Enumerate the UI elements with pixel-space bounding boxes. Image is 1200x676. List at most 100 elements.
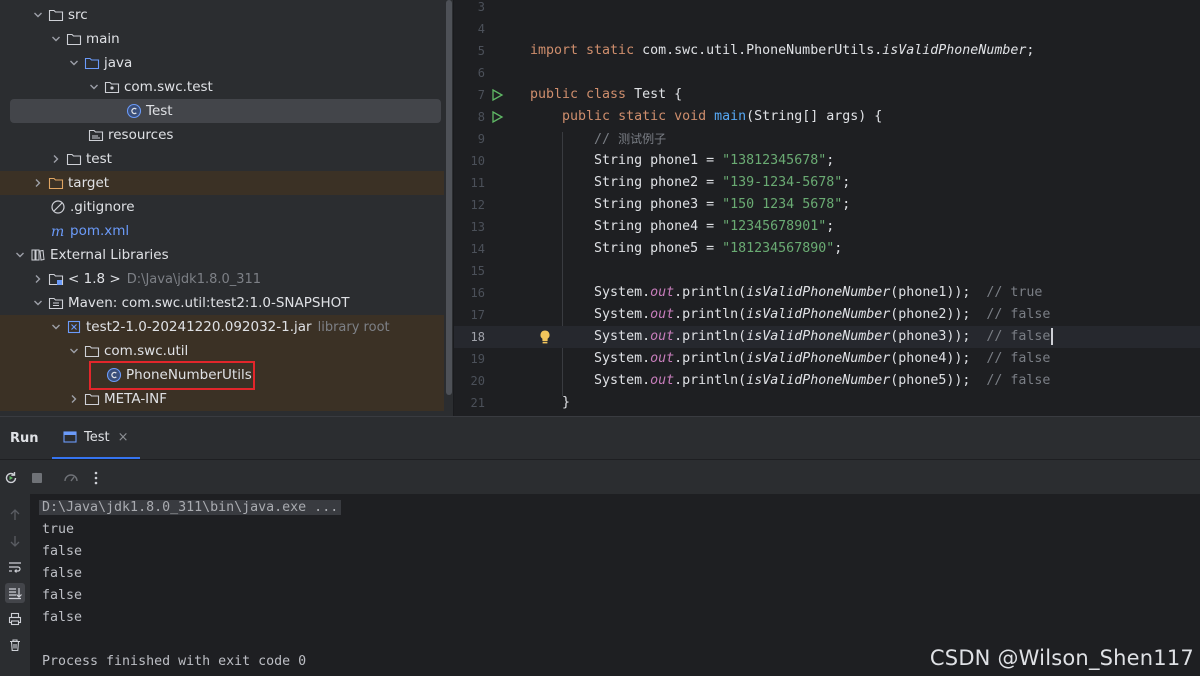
run-gutter-icon[interactable] (490, 110, 504, 124)
chevron-down-icon[interactable] (66, 343, 82, 359)
tree-item-java[interactable]: java (0, 51, 444, 75)
tree-item-external-libraries[interactable]: External Libraries (0, 243, 444, 267)
tree-item-meta-inf[interactable]: META-INF (0, 387, 444, 411)
chevron-down-icon[interactable] (48, 319, 64, 335)
tree-item-gitignore[interactable]: .gitignore (0, 195, 444, 219)
code-line[interactable]: 5 import static com.swc.util.PhoneNumberU… (454, 40, 1200, 62)
console-side-toolbar (0, 494, 30, 676)
tree-item-package-util[interactable]: com.swc.util (0, 339, 444, 363)
line-number: 3 (477, 0, 485, 14)
code-line[interactable]: 3 (454, 0, 1200, 18)
tree-item-label: pom.xml (70, 223, 130, 239)
console-line: false (42, 610, 83, 625)
code-text: import static com.swc.util.PhoneNumberUt… (530, 43, 1035, 58)
code-text: System.out.println(isValidPhoneNumber(ph… (530, 373, 1051, 388)
code-line[interactable]: 7 public class Test { (454, 84, 1200, 106)
code-line[interactable]: 10 String phone1 = "13812345678"; (454, 150, 1200, 172)
line-number: 4 (477, 22, 485, 36)
tree-item-label: main (86, 31, 120, 47)
tree-scrollbar[interactable] (444, 0, 453, 416)
code-line[interactable]: 21 } (454, 392, 1200, 414)
code-line[interactable]: 19 System.out.println(isValidPhoneNumber… (454, 348, 1200, 370)
code-text: } (530, 395, 571, 410)
folder-icon (48, 7, 64, 23)
watermark: CSDN @Wilson_Shen117 (929, 646, 1194, 670)
folder-icon (66, 31, 82, 47)
tree-item-label: target (68, 175, 110, 191)
folder-icon (84, 343, 100, 359)
code-line[interactable]: 20 System.out.println(isValidPhoneNumber… (454, 370, 1200, 392)
code-line[interactable]: 15 (454, 260, 1200, 282)
tree-item-jar[interactable]: test2-1.0-20241220.092032-1.jar library … (0, 315, 444, 339)
code-text: System.out.println(isValidPhoneNumber(ph… (530, 285, 1043, 300)
restore-layout-icon[interactable] (62, 469, 80, 487)
code-editor[interactable]: 3 4 5 import static com.swc.util.PhoneNum… (453, 0, 1200, 416)
jar-icon (66, 319, 82, 335)
run-gutter-icon[interactable] (490, 88, 504, 102)
chevron-right-icon[interactable] (48, 151, 64, 167)
code-line[interactable]: 16 System.out.println(isValidPhoneNumber… (454, 282, 1200, 304)
chevron-down-icon[interactable] (12, 247, 28, 263)
arrow-down-icon[interactable] (5, 531, 25, 551)
tree-item-label: test2-1.0-20241220.092032-1.jar (86, 319, 312, 335)
tree-item-resources[interactable]: resources (0, 123, 444, 147)
tree-item-pom[interactable]: m pom.xml (0, 219, 444, 243)
arrow-up-icon[interactable] (5, 505, 25, 525)
scrollbar-thumb[interactable] (446, 0, 452, 395)
soft-wrap-icon[interactable] (5, 557, 25, 577)
chevron-down-icon[interactable] (30, 7, 46, 23)
run-header: Run Test × (0, 417, 1200, 459)
code-line[interactable]: 17 System.out.println(isValidPhoneNumber… (454, 304, 1200, 326)
code-line[interactable]: 8 public static void main(String[] args)… (454, 106, 1200, 128)
tree-item-jdk[interactable]: < 1.8 > D:\Java\jdk1.8.0_311 (0, 267, 444, 291)
chevron-right-icon[interactable] (66, 391, 82, 407)
chevron-right-icon[interactable] (30, 271, 46, 287)
code-line[interactable]: 11 String phone2 = "139-1234-5678"; (454, 172, 1200, 194)
rerun-icon[interactable] (2, 469, 20, 487)
tree-item-label: test (86, 151, 112, 167)
tree-item-target[interactable]: target (0, 171, 444, 195)
code-line[interactable]: 12 String phone3 = "150 1234 5678"; (454, 194, 1200, 216)
run-tool-window: Run Test × D:\Java\jdk1.8.0_311\bin\java… (0, 416, 1200, 676)
console-command-line[interactable]: D:\Java\jdk1.8.0_311\bin\java.exe ... (39, 500, 342, 515)
code-line[interactable]: 6 (454, 62, 1200, 84)
code-text: System.out.println(isValidPhoneNumber(ph… (530, 351, 1051, 366)
chevron-down-icon[interactable] (66, 55, 82, 71)
tree-item-label: src (68, 7, 88, 23)
console-line: true (42, 522, 75, 537)
code-line[interactable]: 13 String phone4 = "12345678901"; (454, 216, 1200, 238)
code-line[interactable]: 14 String phone5 = "181234567890"; (454, 238, 1200, 260)
tree-item-test-folder[interactable]: test (0, 147, 444, 171)
more-options-icon[interactable] (87, 469, 105, 487)
trash-icon[interactable] (5, 635, 25, 655)
line-number: 12 (470, 198, 485, 212)
line-number: 19 (470, 352, 485, 366)
line-number: 11 (470, 176, 485, 190)
chevron-right-icon[interactable] (30, 175, 46, 191)
code-line[interactable]: 4 (454, 18, 1200, 40)
tree-item-src[interactable]: src (0, 3, 444, 27)
code-text: String phone4 = "12345678901"; (530, 219, 835, 234)
tree-item-package-test[interactable]: com.swc.test (0, 75, 444, 99)
stop-icon[interactable] (28, 469, 46, 487)
run-config-icon (62, 429, 78, 445)
chevron-down-icon[interactable] (30, 295, 46, 311)
tree-item-detail: library root (317, 319, 390, 335)
tab-test-run[interactable]: Test × (52, 417, 140, 459)
tree-item-main[interactable]: main (0, 27, 444, 51)
resources-folder-icon (88, 127, 104, 143)
chevron-down-icon[interactable] (48, 31, 64, 47)
chevron-down-icon[interactable] (86, 79, 102, 95)
tree-item-test-class[interactable]: Test (0, 99, 444, 123)
line-number: 17 (470, 308, 485, 322)
line-number: 7 (477, 88, 485, 102)
tree-item-maven-library[interactable]: Maven: com.swc.util:test2:1.0-SNAPSHOT (0, 291, 444, 315)
print-icon[interactable] (5, 609, 25, 629)
tree-item-label: Test (146, 103, 173, 119)
close-icon[interactable]: × (118, 430, 129, 445)
scroll-to-end-icon[interactable] (5, 583, 25, 603)
code-line[interactable]: 9 // 测试例子 (454, 128, 1200, 150)
code-text: public class Test { (530, 87, 683, 102)
console-line: false (42, 588, 83, 603)
code-line-current[interactable]: 18 System.out.println(isValidPhoneNumber… (454, 326, 1200, 348)
